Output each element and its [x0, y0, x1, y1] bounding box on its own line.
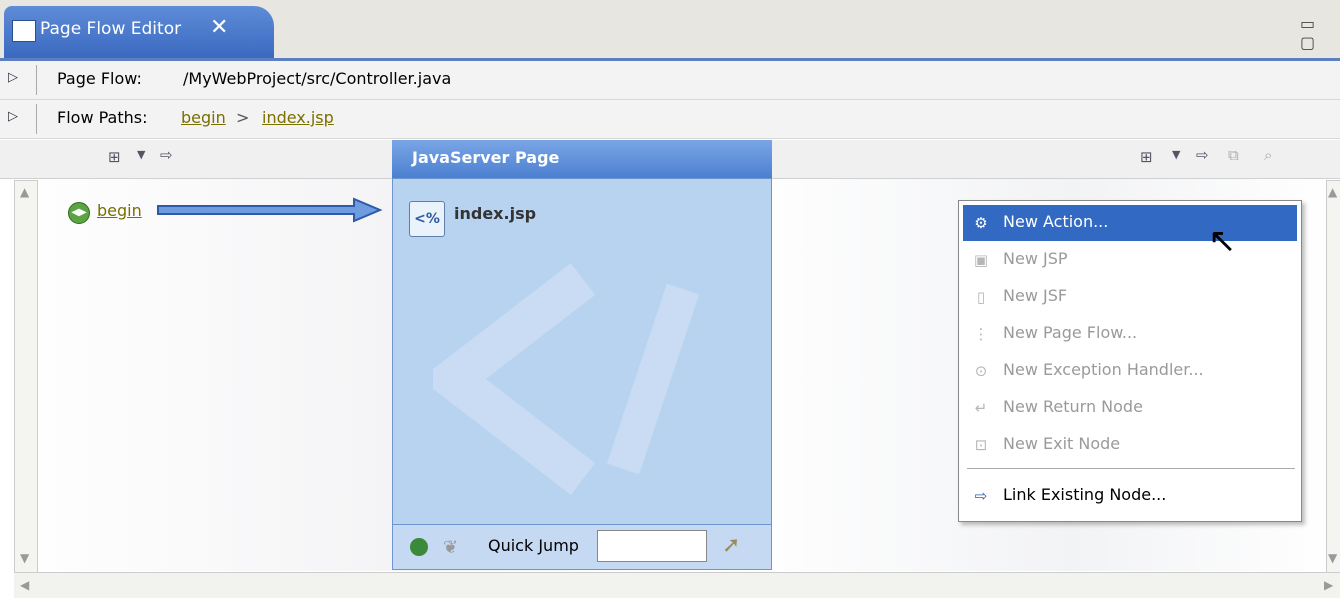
- exit-node-icon: ⊡: [974, 436, 988, 454]
- flow-paths-row: ▷ Flow Paths: begin > index.jsp: [0, 100, 1340, 139]
- leaf-icon[interactable]: ❦: [443, 537, 458, 558]
- add-node-icon[interactable]: ⊞: [108, 148, 121, 166]
- minimize-maximize-icon[interactable]: ▭ ▢: [1300, 14, 1340, 52]
- horizontal-scrollbar[interactable]: ◀ ▶: [14, 572, 1340, 598]
- mouse-cursor-icon: ↖: [1208, 221, 1237, 261]
- menu-separator: [967, 468, 1295, 469]
- jsp-node-name[interactable]: index.jsp: [454, 204, 536, 223]
- link-node-icon[interactable]: ⇨: [1196, 146, 1209, 164]
- scroll-left-icon[interactable]: ◀: [20, 578, 29, 592]
- page-flow-path: /MyWebProject/src/Controller.java: [183, 69, 452, 88]
- menu-item-new-exception-handler[interactable]: ⊙ New Exception Handler...: [963, 353, 1297, 389]
- menu-item-new-return-node[interactable]: ↵ New Return Node: [963, 390, 1297, 426]
- menu-item-label: New Exception Handler...: [1003, 360, 1204, 379]
- menu-item-label: New Exit Node: [1003, 434, 1121, 453]
- jsp-column[interactable]: [392, 178, 772, 525]
- menu-item-link-existing-node[interactable]: ⇨ Link Existing Node...: [963, 478, 1297, 514]
- begin-action-link[interactable]: begin: [97, 201, 142, 220]
- page-flow-label: Page Flow:: [57, 69, 142, 88]
- page-flow-editor-icon: [12, 20, 36, 42]
- link-node-icon[interactable]: ⇨: [160, 146, 173, 164]
- menu-item-label: New Page Flow...: [1003, 323, 1138, 342]
- page-flow-icon: ⋮: [973, 325, 989, 343]
- add-node-icon[interactable]: ⊞: [1140, 148, 1153, 166]
- menu-item-new-page-flow[interactable]: ⋮ New Page Flow...: [963, 316, 1297, 352]
- expand-triangle-icon[interactable]: ▷: [8, 109, 18, 124]
- divider: [36, 65, 37, 95]
- left-scrollbar[interactable]: ▲ ▼: [14, 180, 38, 574]
- begin-action-icon[interactable]: ◀▶: [68, 202, 90, 224]
- refresh-icon[interactable]: [410, 538, 428, 556]
- jsp-watermark-icon: [433, 263, 700, 495]
- menu-item-new-jsf[interactable]: ▯ New JSF: [963, 279, 1297, 315]
- scroll-down-icon[interactable]: ▼: [1328, 551, 1337, 565]
- go-arrow-icon[interactable]: ➚: [722, 533, 740, 558]
- return-node-icon: ↵: [974, 399, 988, 417]
- flow-arrow: [157, 197, 383, 223]
- exception-handler-icon: ⊙: [974, 362, 988, 380]
- scroll-up-icon[interactable]: ▲: [1328, 185, 1337, 199]
- menu-item-label: New Return Node: [1003, 397, 1143, 416]
- jsp-icon: ▣: [973, 251, 989, 269]
- quick-jump-input[interactable]: [597, 530, 707, 562]
- dropdown-arrow-icon[interactable]: ▼: [137, 148, 145, 161]
- flow-path-link-index-jsp[interactable]: index.jsp: [262, 108, 334, 127]
- page-flow-row: ▷ Page Flow: /MyWebProject/src/Controlle…: [0, 61, 1340, 100]
- right-scrollbar[interactable]: ▲ ▼: [1326, 180, 1340, 574]
- context-menu: ⚙ New Action... ▣ New JSP ▯ New JSF ⋮ Ne…: [958, 200, 1302, 522]
- link-node-icon: ⇨: [974, 487, 988, 505]
- menu-item-label: New JSP: [1003, 249, 1068, 268]
- menu-item-new-action[interactable]: ⚙ New Action...: [963, 205, 1297, 241]
- jsp-icon: <%: [409, 201, 445, 237]
- expand-triangle-icon[interactable]: ▷: [8, 70, 18, 85]
- scroll-up-icon[interactable]: ▲: [20, 185, 29, 199]
- menu-item-label: New Action...: [1003, 212, 1109, 231]
- find-icon[interactable]: ⌕: [1264, 146, 1272, 164]
- menu-item-label: Link Existing Node...: [1003, 485, 1167, 504]
- dropdown-arrow-icon[interactable]: ▼: [1172, 148, 1180, 161]
- menu-item-new-exit-node[interactable]: ⊡ New Exit Node: [963, 427, 1297, 463]
- menu-item-label: New JSF: [1003, 286, 1068, 305]
- flow-paths-label: Flow Paths:: [57, 108, 148, 127]
- flow-path-separator: >: [236, 108, 250, 127]
- tab-title: Page Flow Editor: [40, 19, 182, 39]
- jsf-icon: ▯: [976, 288, 986, 306]
- flow-path-link-begin[interactable]: begin: [181, 108, 226, 127]
- new-action-icon: ⚙: [974, 214, 988, 232]
- divider: [36, 104, 37, 134]
- close-icon[interactable]: ✕: [210, 15, 228, 40]
- jsp-column-title: JavaServer Page: [412, 148, 560, 167]
- scroll-down-icon[interactable]: ▼: [20, 551, 29, 565]
- jsp-column-header: JavaServer Page: [392, 140, 772, 178]
- quick-jump-label: Quick Jump: [488, 536, 579, 555]
- menu-item-new-jsp[interactable]: ▣ New JSP: [963, 242, 1297, 278]
- copy-icon[interactable]: ⧉: [1228, 146, 1239, 164]
- scroll-right-icon[interactable]: ▶: [1324, 578, 1333, 592]
